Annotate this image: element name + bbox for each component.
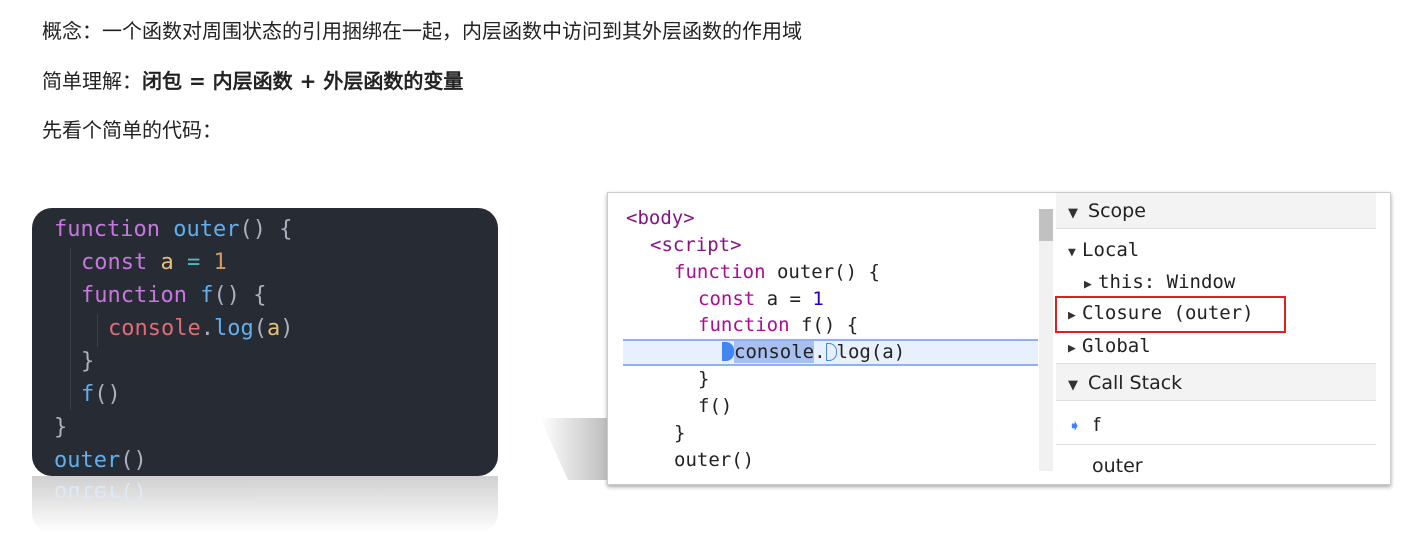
closure-highlight-box bbox=[1055, 296, 1286, 333]
code-line: f() bbox=[698, 395, 733, 417]
triangle-down-icon: ▼ bbox=[1068, 378, 1078, 393]
indent-guide bbox=[70, 248, 71, 410]
callstack-section-header[interactable]: ▼ Call Stack bbox=[1056, 363, 1376, 401]
scope-section-header[interactable]: ▼ Scope bbox=[1056, 193, 1376, 229]
indent-guide bbox=[97, 314, 98, 347]
code-line: } bbox=[54, 415, 68, 440]
scrollbar[interactable] bbox=[1039, 209, 1053, 471]
triangle-down-icon: ▼ bbox=[1068, 206, 1078, 221]
devtools-screenshot: <body> <script> function outer() { const… bbox=[607, 192, 1391, 485]
code-line: function f() { bbox=[81, 283, 267, 308]
code-line: f() bbox=[81, 382, 121, 407]
code-line: function f() { bbox=[698, 314, 859, 336]
code-line: function outer() { bbox=[54, 217, 293, 242]
callstack-frame[interactable]: outer bbox=[1056, 451, 1376, 484]
understanding-text: 简单理解：闭包 = 内层函数 + 外层函数的变量 bbox=[42, 67, 463, 95]
code-line: } bbox=[674, 422, 686, 444]
scope-global[interactable]: ▶ Global bbox=[1056, 332, 1376, 360]
decorative-shadow bbox=[540, 418, 610, 480]
code-line: } bbox=[698, 368, 710, 390]
code-line: <script> bbox=[650, 234, 742, 256]
code-editor-image: function outer() { const a = 1 function … bbox=[32, 208, 498, 476]
current-frame-arrow-icon: ➧ bbox=[1068, 416, 1082, 435]
code-line: console.log(a) bbox=[108, 316, 294, 341]
callstack-frame-current[interactable]: ➧ f bbox=[1056, 405, 1376, 445]
code-line: const a = 1 bbox=[698, 288, 824, 310]
code-line: } bbox=[81, 349, 95, 374]
intro-text: 先看个简单的代码： bbox=[42, 118, 222, 142]
triangle-right-icon: ▶ bbox=[1084, 277, 1092, 292]
code-line: <body> bbox=[626, 207, 695, 229]
concept-text: 概念：一个函数对周围状态的引用捆绑在一起，内层函数中访问到其外层函数的作用域 bbox=[42, 19, 802, 43]
code-line: function outer() { bbox=[674, 261, 880, 283]
code-line: outer() bbox=[54, 448, 147, 473]
scope-this[interactable]: ▶ this: Window bbox=[1056, 268, 1376, 296]
triangle-down-icon: ▼ bbox=[1068, 245, 1076, 260]
understanding-label: 简单理解： bbox=[42, 69, 142, 93]
code-line: outer() bbox=[674, 449, 755, 471]
inline-breakpoint-icon[interactable] bbox=[825, 343, 837, 361]
code-line: console.log(a) bbox=[722, 339, 905, 366]
scope-local[interactable]: ▼ Local bbox=[1056, 236, 1376, 264]
code-line: const a = 1 bbox=[81, 250, 227, 275]
scrollbar-thumb[interactable] bbox=[1039, 209, 1053, 241]
code-reflection: outer() bbox=[32, 476, 498, 533]
triangle-right-icon: ▶ bbox=[1068, 341, 1076, 356]
understanding-formula: 闭包 = 内层函数 + 外层函数的变量 bbox=[142, 69, 464, 93]
breakpoint-marker-icon[interactable] bbox=[722, 342, 734, 361]
